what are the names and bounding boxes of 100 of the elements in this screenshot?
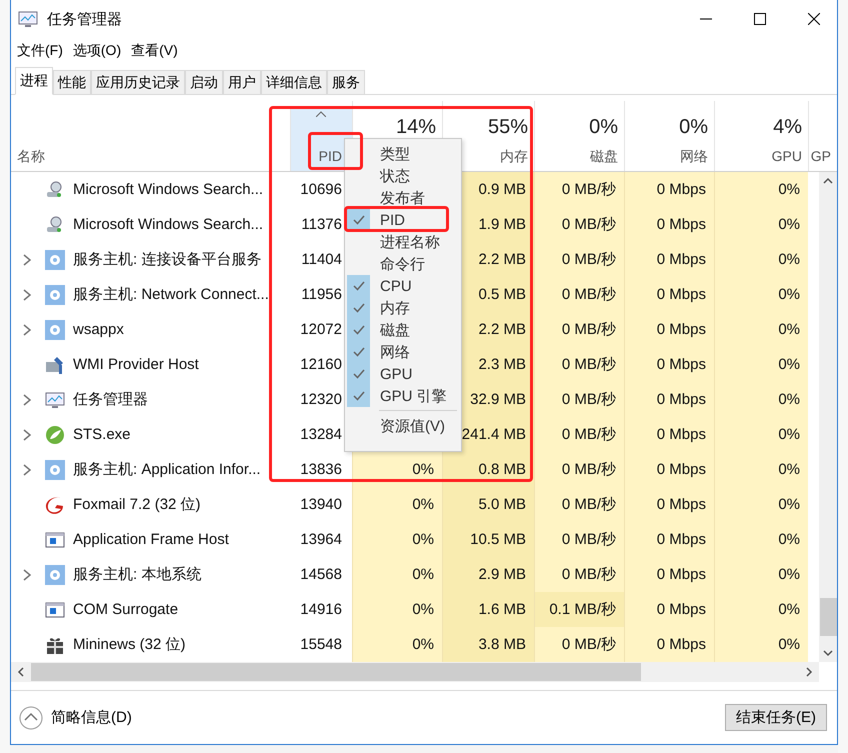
process-name: 任务管理器 [73,390,148,409]
maximize-icon[interactable] [754,13,766,25]
table-cell: 0% [778,251,800,268]
tab[interactable]: 用户 [223,70,261,94]
table-cell: 0 MB/秒 [562,460,616,479]
menu-option[interactable]: 磁盘 [380,320,410,340]
column-header[interactable]: 名称 [11,101,290,171]
table-cell: 1.6 MB [478,601,526,618]
table-cell: 0 Mbps [656,391,706,408]
tab[interactable]: 进程 [15,67,53,95]
table-cell: 0 MB/秒 [562,355,616,374]
scrollbar-thumb[interactable] [31,663,641,681]
column-header[interactable]: 4% GPU [714,101,808,171]
column-header[interactable]: 0% 网络 [624,101,714,171]
table-cell: 15548 [300,636,342,653]
table-cell: 13940 [300,496,342,513]
menu-option[interactable]: PID [380,212,406,228]
table-cell: 0% [412,531,434,548]
table-cell: 0 MB/秒 [562,180,616,199]
menu-option[interactable]: CPU [380,278,412,294]
tab[interactable]: 应用历史记录 [91,70,185,94]
table-cell: 0% [412,461,434,478]
process-name: 服务主机: 本地系统 [73,565,202,584]
gear-icon [45,460,65,480]
table-cell: 0% [778,321,800,338]
expand-chevron-icon[interactable] [23,254,32,266]
table-cell: 11404 [301,251,342,268]
table-cell: 0 MB/秒 [562,565,616,584]
table-cell: 0 Mbps [656,216,706,233]
process-name: Foxmail 7.2 (32 位) [73,495,201,514]
details-toggle-link[interactable]: 简略信息(D) [51,708,132,727]
menu-option[interactable]: 资源值(V) [380,416,445,436]
table-cell: 0% [778,181,800,198]
leaf-icon [45,424,65,444]
window-icon [45,530,65,550]
menu-option[interactable]: GPU 引擎 [380,386,447,406]
menu-option[interactable]: GPU [380,366,413,382]
process-name: WMI Provider Host [73,356,199,373]
menu-item[interactable]: 文件(F) [13,42,67,60]
table-cell: 0 MB/秒 [562,425,616,444]
expand-chevron-icon[interactable] [23,464,32,476]
expand-chevron-icon[interactable] [23,428,32,440]
process-name: Microsoft Windows Search... [73,181,264,198]
table-cell: 0 Mbps [656,496,706,513]
close-icon[interactable] [808,13,820,25]
gear-icon [45,284,65,304]
tab[interactable]: 服务 [327,70,365,94]
menu-option[interactable]: 进程名称 [380,232,440,252]
collapse-icon[interactable] [19,706,43,730]
table-cell: 11956 [301,286,342,303]
table-cell: 0.5 MB [478,286,526,303]
expand-chevron-icon[interactable] [23,568,32,580]
menu-option[interactable]: 发布者 [380,188,425,208]
table-cell: 32.9 MB [470,391,526,408]
window-icon [45,600,65,620]
table-cell: 0% [412,566,434,583]
table-cell: 0% [778,461,800,478]
table-cell: 0% [412,636,434,653]
column-header[interactable]: 0% 磁盘 [534,101,624,171]
table-cell: 0 Mbps [656,531,706,548]
horizontal-scrollbar[interactable] [11,662,819,682]
menu-option[interactable]: 网络 [380,342,410,362]
table-cell: 0 Mbps [656,181,706,198]
table-cell: 0 Mbps [656,321,706,338]
process-name: 服务主机: Application Infor... [73,460,261,479]
process-name: wsappx [73,321,124,338]
table-cell: 0% [778,531,800,548]
table-cell: 2.9 MB [478,566,526,583]
table-cell: 0 MB/秒 [562,320,616,339]
tab[interactable]: 详细信息 [261,70,327,94]
scrollbar-thumb[interactable] [820,598,836,636]
table-cell: 0.1 MB/秒 [549,600,616,619]
table-cell: 12160 [300,356,342,373]
menu-option[interactable]: 内存 [380,298,410,318]
table-cell: 10696 [300,181,342,198]
table-cell: 0% [778,216,800,233]
table-cell: 0 MB/秒 [562,530,616,549]
table-cell: 0 Mbps [656,286,706,303]
table-cell: 14916 [300,601,342,618]
menu-item[interactable]: 查看(V) [127,42,182,60]
vertical-scrollbar[interactable] [819,172,837,662]
table-cell: 0 Mbps [656,601,706,618]
end-task-button[interactable]: 结束任务(E) [725,704,827,731]
expand-chevron-icon[interactable] [23,288,32,300]
table-cell: 10.5 MB [470,531,526,548]
expand-chevron-icon[interactable] [23,394,32,406]
process-name: 服务主机: 连接设备平台服务 [73,250,262,269]
column-header[interactable]: GP [808,101,837,171]
tab[interactable]: 启动 [185,70,223,94]
table-cell: 1.9 MB [478,216,526,233]
menu-item[interactable]: 选项(O) [68,42,126,60]
table-cell: 0 MB/秒 [562,250,616,269]
menu-option[interactable]: 类型 [380,144,410,164]
tab[interactable]: 性能 [53,70,91,94]
menu-option[interactable]: 命令行 [380,254,425,274]
expand-chevron-icon[interactable] [23,324,32,336]
process-name: 服务主机: Network Connect... [73,285,269,304]
table-cell: 0% [778,356,800,373]
table-cell: 0% [778,286,800,303]
table-cell: 12320 [300,391,342,408]
